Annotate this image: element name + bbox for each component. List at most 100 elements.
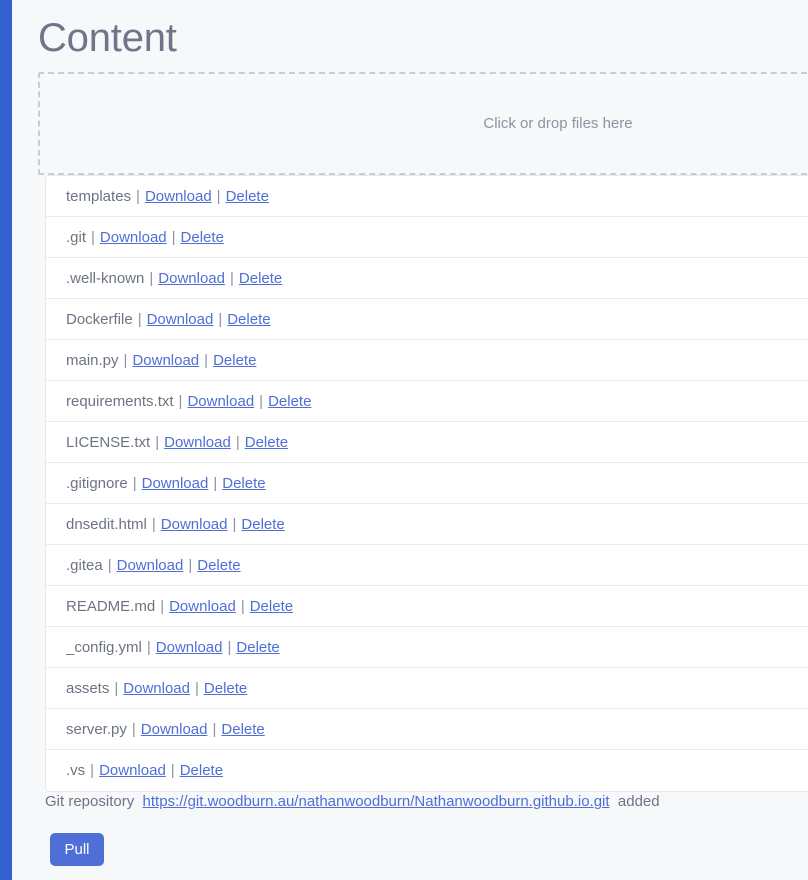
row-separator: | xyxy=(216,187,221,205)
file-name: requirements.txt xyxy=(66,392,174,410)
download-link[interactable]: Download xyxy=(132,352,199,369)
row-separator: | xyxy=(235,433,240,451)
file-row: requirements.txt | Download | Delete xyxy=(46,381,808,422)
delete-link[interactable]: Delete xyxy=(180,762,223,779)
download-link[interactable]: Download xyxy=(169,598,236,615)
row-separator: | xyxy=(259,392,264,410)
row-separator: | xyxy=(151,515,156,533)
file-name: Dockerfile xyxy=(66,310,133,328)
delete-link[interactable]: Delete xyxy=(241,516,284,533)
file-row: .gitea | Download | Delete xyxy=(46,545,808,586)
download-link[interactable]: Download xyxy=(145,188,212,205)
file-name: dnsedit.html xyxy=(66,515,147,533)
main-content: Content Click or drop files here templat… xyxy=(12,0,808,880)
git-repository-link[interactable]: https://git.woodburn.au/nathanwoodburn/N… xyxy=(143,793,610,810)
file-row: .git | Download | Delete xyxy=(46,217,808,258)
download-link[interactable]: Download xyxy=(187,393,254,410)
download-link[interactable]: Download xyxy=(156,639,223,656)
download-link[interactable]: Download xyxy=(161,516,228,533)
row-separator: | xyxy=(170,762,175,779)
download-link[interactable]: Download xyxy=(117,557,184,574)
file-row: main.py | Download | Delete xyxy=(46,340,808,381)
row-separator: | xyxy=(131,720,136,738)
delete-link[interactable]: Delete xyxy=(227,311,270,328)
row-separator: | xyxy=(232,515,237,533)
file-row: assets | Download | Delete xyxy=(46,668,808,709)
file-name: main.py xyxy=(66,351,119,369)
file-name: .git xyxy=(66,228,87,246)
row-separator: | xyxy=(204,351,209,369)
row-separator: | xyxy=(114,679,119,697)
file-name: server.py xyxy=(66,720,127,738)
row-separator: | xyxy=(160,597,165,615)
delete-link[interactable]: Delete xyxy=(221,721,264,738)
row-separator: | xyxy=(90,762,95,779)
file-row: templates | Download | Delete xyxy=(46,176,808,217)
dropzone-label: Click or drop files here xyxy=(483,115,633,132)
delete-link[interactable]: Delete xyxy=(268,393,311,410)
delete-link[interactable]: Delete xyxy=(213,352,256,369)
pull-button[interactable]: Pull xyxy=(50,833,104,866)
row-separator: | xyxy=(178,392,183,410)
row-separator: | xyxy=(91,228,95,246)
row-separator: | xyxy=(149,269,154,287)
download-link[interactable]: Download xyxy=(147,311,214,328)
delete-link[interactable]: Delete xyxy=(250,598,293,615)
file-name: templates xyxy=(66,187,132,205)
delete-link[interactable]: Delete xyxy=(222,475,265,492)
file-row: .gitignore | Download | Delete xyxy=(46,463,808,504)
file-row: LICENSE.txt | Download | Delete xyxy=(46,422,808,463)
download-link[interactable]: Download xyxy=(141,721,208,738)
row-separator: | xyxy=(188,556,193,574)
row-separator: | xyxy=(136,187,140,205)
delete-link[interactable]: Delete xyxy=(204,680,247,697)
row-separator: | xyxy=(146,638,151,656)
download-link[interactable]: Download xyxy=(158,270,225,287)
file-row: _config.yml | Download | Delete xyxy=(46,627,808,668)
file-list: templates | Download | Delete .git | Download | D… xyxy=(45,175,808,792)
file-name: README.md xyxy=(66,597,156,615)
row-separator: | xyxy=(212,720,217,738)
file-name: _config.yml xyxy=(66,638,142,656)
delete-link[interactable]: Delete xyxy=(239,270,282,287)
row-separator: | xyxy=(132,474,137,492)
file-row: server.py | Download | Delete xyxy=(46,709,808,750)
file-row: Dockerfile | Download | Delete xyxy=(46,299,808,340)
file-name: .well-known xyxy=(66,269,145,287)
row-separator: | xyxy=(123,351,128,369)
delete-link[interactable]: Delete xyxy=(181,229,224,246)
git-status-line: Git repository https://git.woodburn.au/n… xyxy=(45,793,660,810)
file-name: LICENSE.txt xyxy=(66,433,151,451)
download-link[interactable]: Download xyxy=(123,680,190,697)
git-status-prefix: Git repository xyxy=(45,793,135,810)
download-link[interactable]: Download xyxy=(164,434,231,451)
delete-link[interactable]: Delete xyxy=(226,188,269,205)
file-row: .vs | Download | Delete xyxy=(46,750,808,791)
row-separator: | xyxy=(230,269,234,287)
file-dropzone[interactable]: Click or drop files here xyxy=(38,72,808,175)
row-separator: | xyxy=(218,310,223,328)
file-row: .well-known | Download | Delete xyxy=(46,258,808,299)
row-separator: | xyxy=(171,228,176,246)
row-separator: | xyxy=(227,638,232,656)
file-name: .gitea xyxy=(66,556,103,574)
page-title: Content xyxy=(38,16,177,60)
file-row: dnsedit.html | Download | Delete xyxy=(46,504,808,545)
delete-link[interactable]: Delete xyxy=(236,639,279,656)
download-link[interactable]: Download xyxy=(142,475,209,492)
file-name: .vs xyxy=(66,762,86,779)
sidebar-accent-strip xyxy=(0,0,12,880)
row-separator: | xyxy=(213,474,218,492)
row-separator: | xyxy=(137,310,142,328)
content-page: Content Click or drop files here templat… xyxy=(0,0,808,880)
row-separator: | xyxy=(107,556,112,574)
download-link[interactable]: Download xyxy=(100,229,167,246)
file-name: assets xyxy=(66,679,110,697)
delete-link[interactable]: Delete xyxy=(197,557,240,574)
git-status-suffix: added xyxy=(617,793,660,810)
file-name: .gitignore xyxy=(66,474,128,492)
download-link[interactable]: Download xyxy=(99,762,166,779)
row-separator: | xyxy=(194,679,199,697)
delete-link[interactable]: Delete xyxy=(245,434,288,451)
row-separator: | xyxy=(240,597,245,615)
